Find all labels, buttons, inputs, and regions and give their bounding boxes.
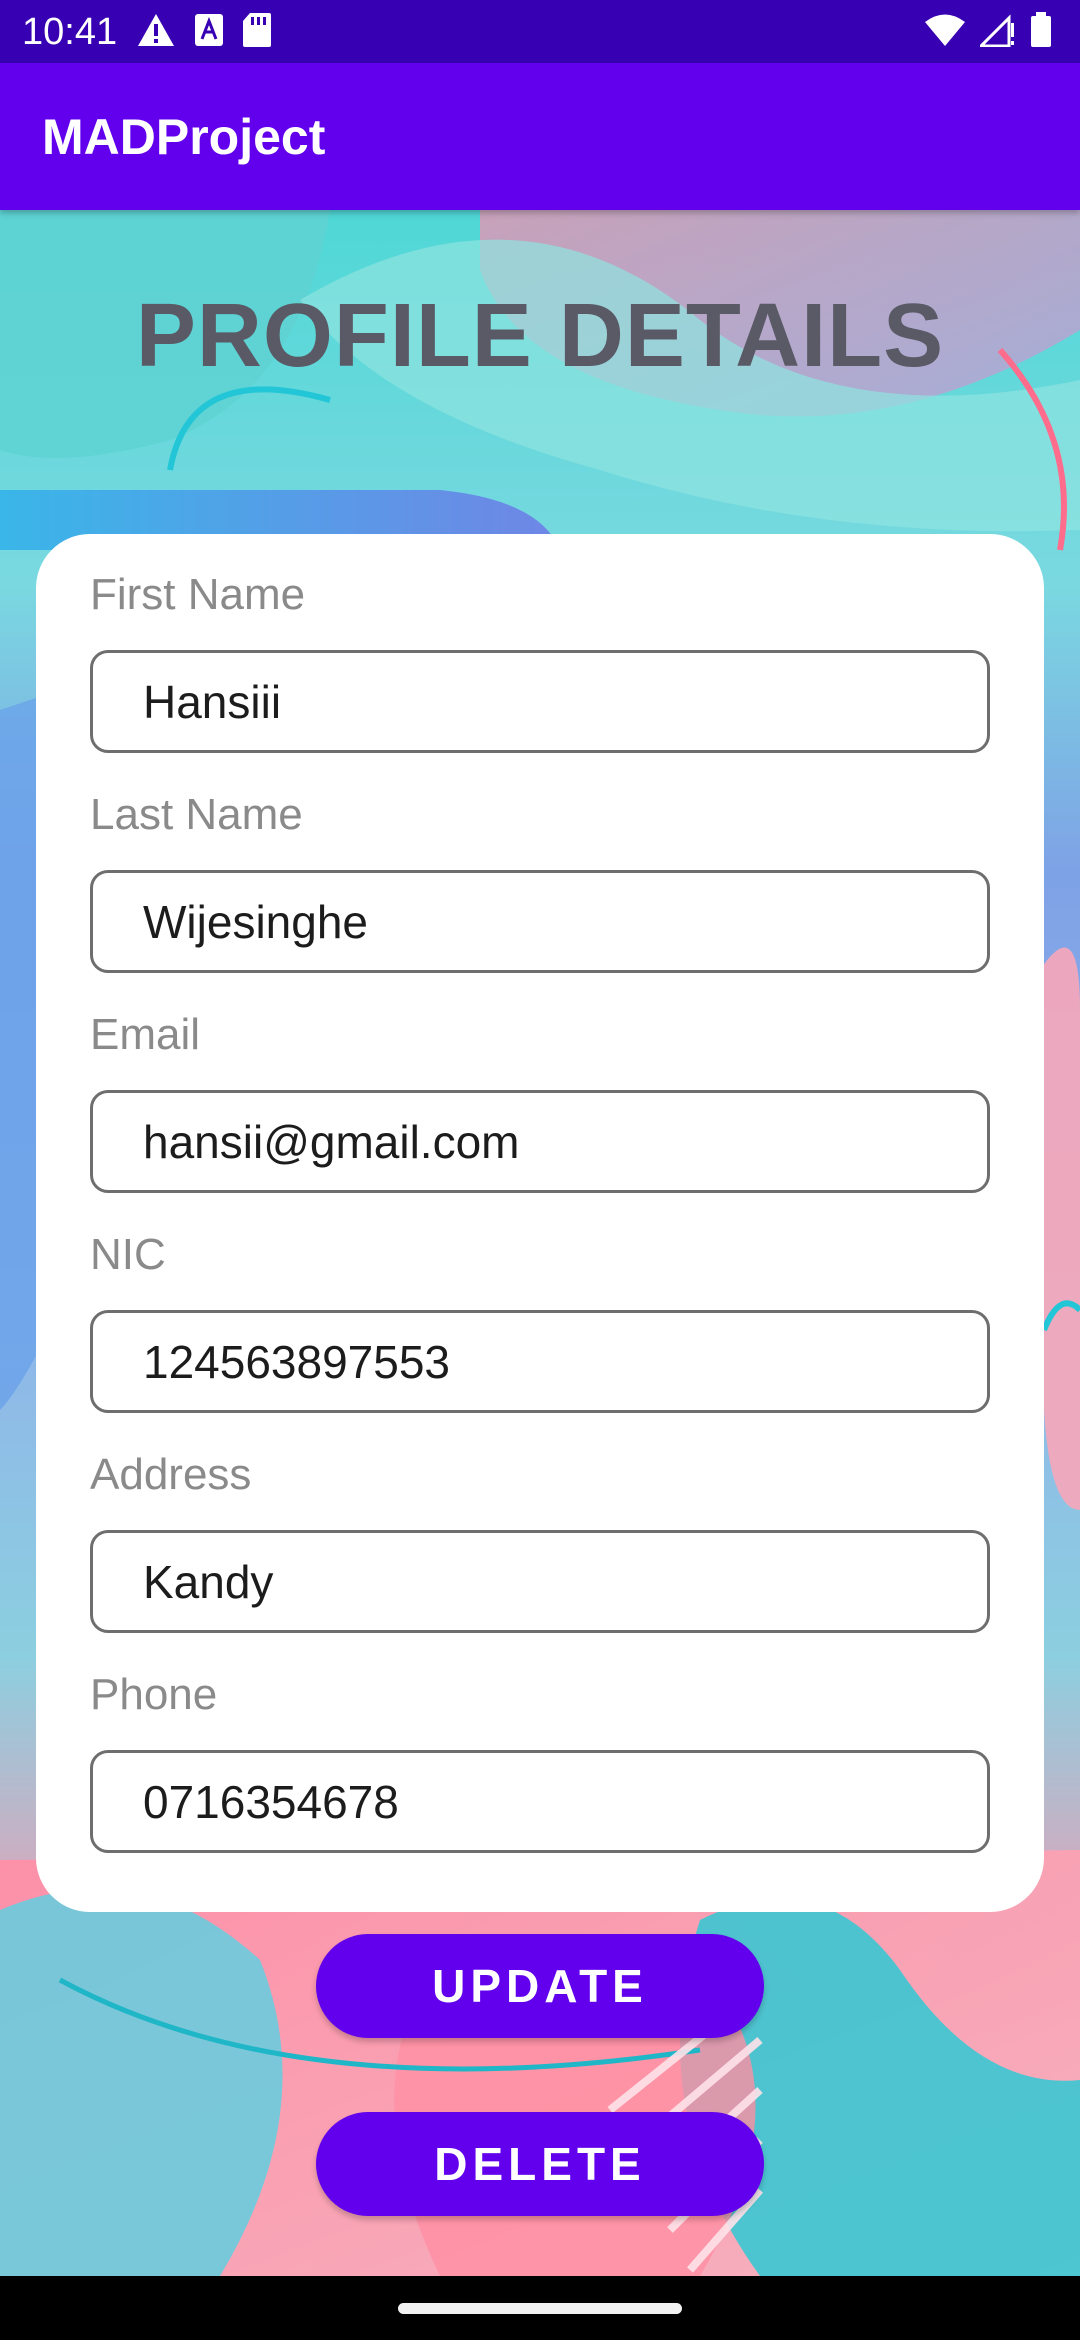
phone-value: 0716354678 [143, 1775, 399, 1828]
address-field[interactable]: Kandy [90, 1530, 990, 1633]
first-name-field[interactable]: Hansiii [90, 650, 990, 753]
nic-value: 124563897553 [143, 1335, 450, 1388]
app-title: MADProject [42, 108, 326, 165]
warning-icon [136, 12, 176, 53]
address-label: Address [90, 1450, 252, 1499]
first-name-value: Hansiii [143, 675, 282, 728]
battery-icon [1030, 11, 1052, 53]
delete-button[interactable]: DELETE [316, 2112, 764, 2216]
phone-field[interactable]: 0716354678 [90, 1750, 990, 1853]
last-name-value: Wijesinghe [143, 895, 368, 948]
home-gesture-handle[interactable] [398, 2303, 682, 2314]
first-name-label: First Name [90, 570, 306, 619]
page-title: PROFILE DETAILS [135, 286, 945, 386]
status-icons-left [136, 12, 272, 52]
nic-field[interactable]: 124563897553 [90, 1310, 990, 1413]
email-value: hansii@gmail.com [143, 1115, 520, 1168]
status-time: 10:41 [22, 11, 118, 53]
profile-form-card: First Name Hansiii Last Name Wijesinghe … [36, 534, 1044, 1912]
last-name-field[interactable]: Wijesinghe [90, 870, 990, 973]
status-icons-right [924, 11, 1052, 53]
email-label: Email [90, 1010, 201, 1059]
wifi-icon [924, 13, 966, 52]
last-name-label: Last Name [90, 790, 303, 839]
update-button[interactable]: UPDATE [316, 1934, 764, 2038]
sd-card-icon [242, 12, 272, 53]
a-text-icon [194, 13, 224, 52]
address-value: Kandy [143, 1555, 274, 1608]
phone-label: Phone [90, 1670, 218, 1719]
email-field[interactable]: hansii@gmail.com [90, 1090, 990, 1193]
signal-icon [977, 13, 1016, 52]
status-bar: 10:41 [0, 0, 1080, 63]
nic-label: NIC [90, 1230, 166, 1279]
app-bar: MADProject [0, 63, 1080, 210]
